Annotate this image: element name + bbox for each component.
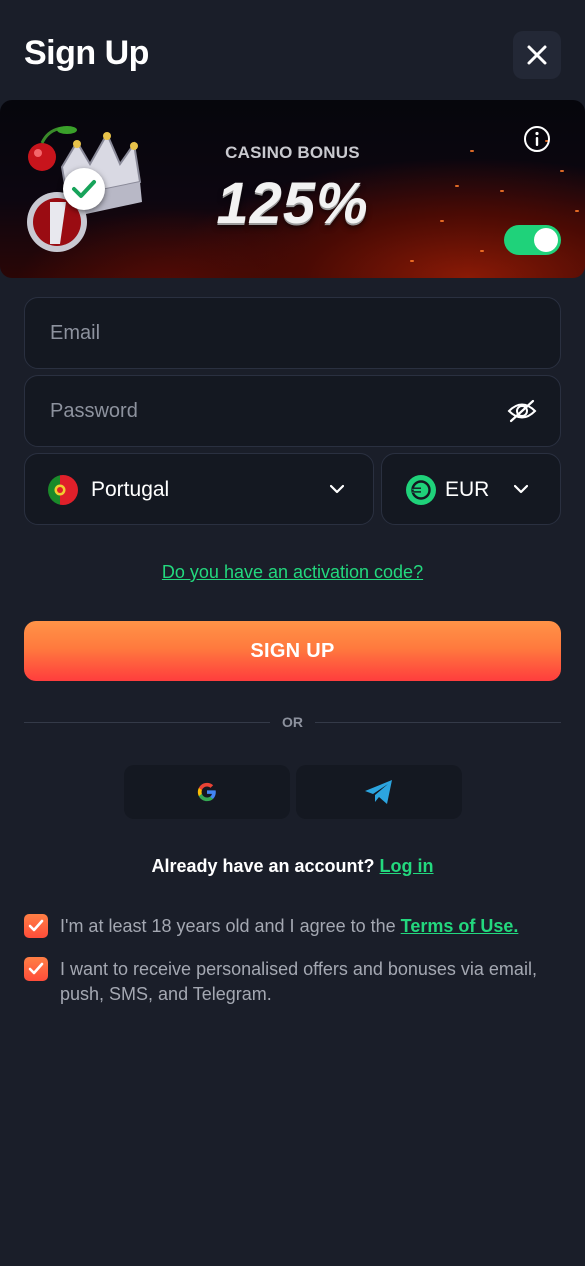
google-signin-button[interactable]	[124, 765, 290, 819]
terms-of-use-link[interactable]: Terms of Use.	[401, 916, 519, 936]
eye-off-icon[interactable]	[507, 398, 537, 424]
age-terms-text: I'm at least 18 years old and I agree to…	[60, 916, 396, 936]
google-icon	[197, 782, 216, 802]
bonus-value: 125%	[216, 171, 369, 236]
login-link[interactable]: Log in	[380, 856, 434, 876]
currency-select[interactable]: EUR	[381, 453, 561, 525]
marketing-checkbox[interactable]	[24, 957, 48, 981]
bonus-label: CASINO BONUS	[225, 143, 360, 162]
checkmark-icon	[28, 962, 44, 975]
login-prompt-text: Already have an account?	[151, 856, 375, 876]
password-field[interactable]	[24, 375, 561, 447]
divider-right	[315, 722, 561, 723]
page-title: Sign Up	[24, 34, 149, 72]
telegram-icon	[365, 780, 392, 804]
email-field[interactable]	[24, 297, 561, 369]
age-terms-label: I'm at least 18 years old and I agree to…	[60, 914, 560, 939]
country-select[interactable]: Portugal	[24, 453, 374, 525]
email-input[interactable]	[25, 298, 560, 368]
close-button[interactable]	[513, 31, 561, 79]
country-value: Portugal	[91, 478, 170, 501]
close-icon	[527, 45, 547, 65]
checkmark-icon	[28, 919, 44, 932]
euro-icon	[406, 475, 436, 505]
age-terms-checkbox[interactable]	[24, 914, 48, 938]
portugal-flag-icon	[48, 475, 78, 505]
marketing-consent-label: I want to receive personalised offers an…	[60, 959, 537, 1004]
sign-up-button[interactable]: SIGN UP	[24, 621, 561, 681]
activation-code-link[interactable]: Do you have an activation code?	[0, 562, 585, 583]
telegram-signin-button[interactable]	[296, 765, 462, 819]
chevron-down-icon	[514, 484, 528, 494]
header: Sign Up	[0, 0, 585, 100]
login-prompt: Already have an account? Log in	[0, 856, 585, 877]
currency-value: EUR	[445, 478, 490, 501]
chevron-down-icon	[330, 484, 344, 494]
password-input[interactable]	[25, 376, 560, 446]
